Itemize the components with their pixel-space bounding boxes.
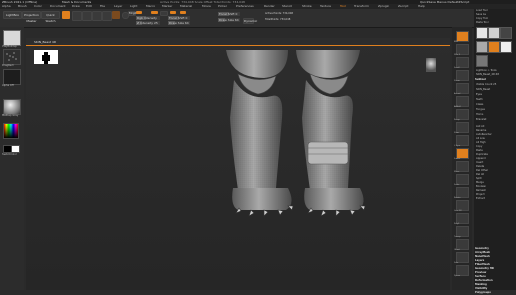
subtool-action-button[interactable]: Extract [476,197,485,201]
subtool-item[interactable]: Eyes [476,93,482,97]
left-tray: ClayBuildup DragRect Alpha Off MatCap Gr… [0,27,24,290]
current-tool-name: SKIN_Beast_4D:48 [476,73,499,76]
alpha-label: Alpha Off [2,84,14,87]
rgb-intensity-slider[interactable]: Rgb Intensity [136,16,160,20]
view-label: L.Sym [454,145,461,147]
subtool-item[interactable]: Teeth [476,98,483,102]
stroke-icon[interactable] [3,49,21,65]
rotate-button[interactable] [102,11,112,21]
color-picker[interactable] [3,123,19,139]
view-label: Zoom [454,80,460,82]
view-label: Transp [454,236,461,238]
view-label: Ghost [454,249,460,251]
zadd-toggle[interactable] [151,11,158,14]
subtool-item[interactable]: Horns [476,113,483,117]
lightbox-button[interactable]: LightBox [3,11,22,19]
canvas-divider [26,45,450,46]
view-label: Persp [454,119,460,121]
navigation-head-icon[interactable] [426,58,436,72]
stroke-label: DragRect [2,64,14,67]
draw-size-slider[interactable]: Draw Size 64 [168,21,190,25]
brush-icon[interactable] [3,30,21,46]
rgb-toggle[interactable] [136,11,142,14]
tool-thumb-3[interactable] [500,27,512,39]
focal-shift-slider[interactable]: Focal Shift 0 [168,16,190,20]
beast-legs-model [226,50,366,217]
focal-shift-slider-2[interactable]: Focal Shift 0 [218,12,240,16]
view-label: PolyF [454,223,460,225]
palette-section[interactable]: Polygroups [475,291,491,295]
zsub-toggle[interactable] [160,11,168,16]
zsub-indicator[interactable] [180,11,186,14]
total-points-readout: TotalPoints: 734,048 [265,18,291,21]
projection-master-button[interactable]: Projection Master [22,11,41,23]
tool-thumb-4[interactable] [476,41,488,53]
switch-color-label[interactable]: SwitchColor [2,153,17,156]
draw-button[interactable] [72,11,82,21]
alpha-icon[interactable] [3,69,21,85]
draw-size-slider-2[interactable]: Draw Size 64 [218,18,240,22]
view-label: SPix 3 [454,54,461,56]
subtool-item[interactable]: Tongue [476,108,485,112]
view-label: Scale [454,184,460,186]
subtool-item[interactable]: Bracelet [476,118,486,122]
subtool-item[interactable]: Visible Count 25 [476,83,496,87]
tool-palette: Load Tool Save As Copy Tool Paste Tool Light… [474,9,516,294]
material-swatch-button[interactable] [112,11,120,19]
tool-thumb-7[interactable] [476,55,488,67]
material-label: MatCap Gray [2,114,19,117]
view-label: AAHalf [454,106,461,108]
dynamic-button[interactable]: Dynamic [243,18,257,24]
document-canvas[interactable]: SKIN_Beast 4D [26,38,450,290]
view-label: Line Fill [454,210,462,212]
quick-sketch-button[interactable]: Quick Sketch [41,11,60,23]
tool-menu-item[interactable]: Paste Tool [476,21,488,25]
subtool-header[interactable]: Subtool [475,78,486,82]
view-label: Floor [454,132,459,134]
mrgb-label[interactable]: Mrgb [128,11,137,16]
tool-thumb-1[interactable] [476,27,488,39]
view-label: Actual [454,93,461,95]
view-label: Scroll [454,67,460,69]
brush-label: ClayBuildup [2,45,17,48]
view-label: Solo [454,262,459,264]
subtool-item[interactable]: Claws [476,103,483,107]
edit-button[interactable] [62,11,70,19]
tool-thumb-5[interactable] [488,41,500,53]
scale-button[interactable] [92,11,102,21]
view-label: Xpose [454,275,461,277]
stroke-dots-icon [6,52,17,61]
move-button[interactable] [82,11,92,21]
active-points-readout: Active Points: 734,048 [265,12,294,15]
secondary-color-swatch[interactable] [11,145,20,153]
tool-thumb-2[interactable] [488,27,500,39]
view-label: Frame [454,158,461,160]
top-shelf: LightBox Projection Master Quick Sketch … [0,9,474,28]
view-label: Rotate [454,197,461,199]
view-label: BPR [454,41,458,43]
material-icon[interactable] [3,99,21,115]
subtool-item[interactable]: SKIN_Beast [476,88,490,92]
zadd-indicator[interactable] [170,11,176,14]
z-intensity-slider[interactable]: Z Intensity 25 [136,21,160,25]
view-label: Move [454,171,460,173]
right-view-toolbar: BPR SPix 3 Scroll Zoom Actual AAHalf Persp Floo… [452,27,472,290]
tool-thumb-6[interactable] [500,41,512,53]
